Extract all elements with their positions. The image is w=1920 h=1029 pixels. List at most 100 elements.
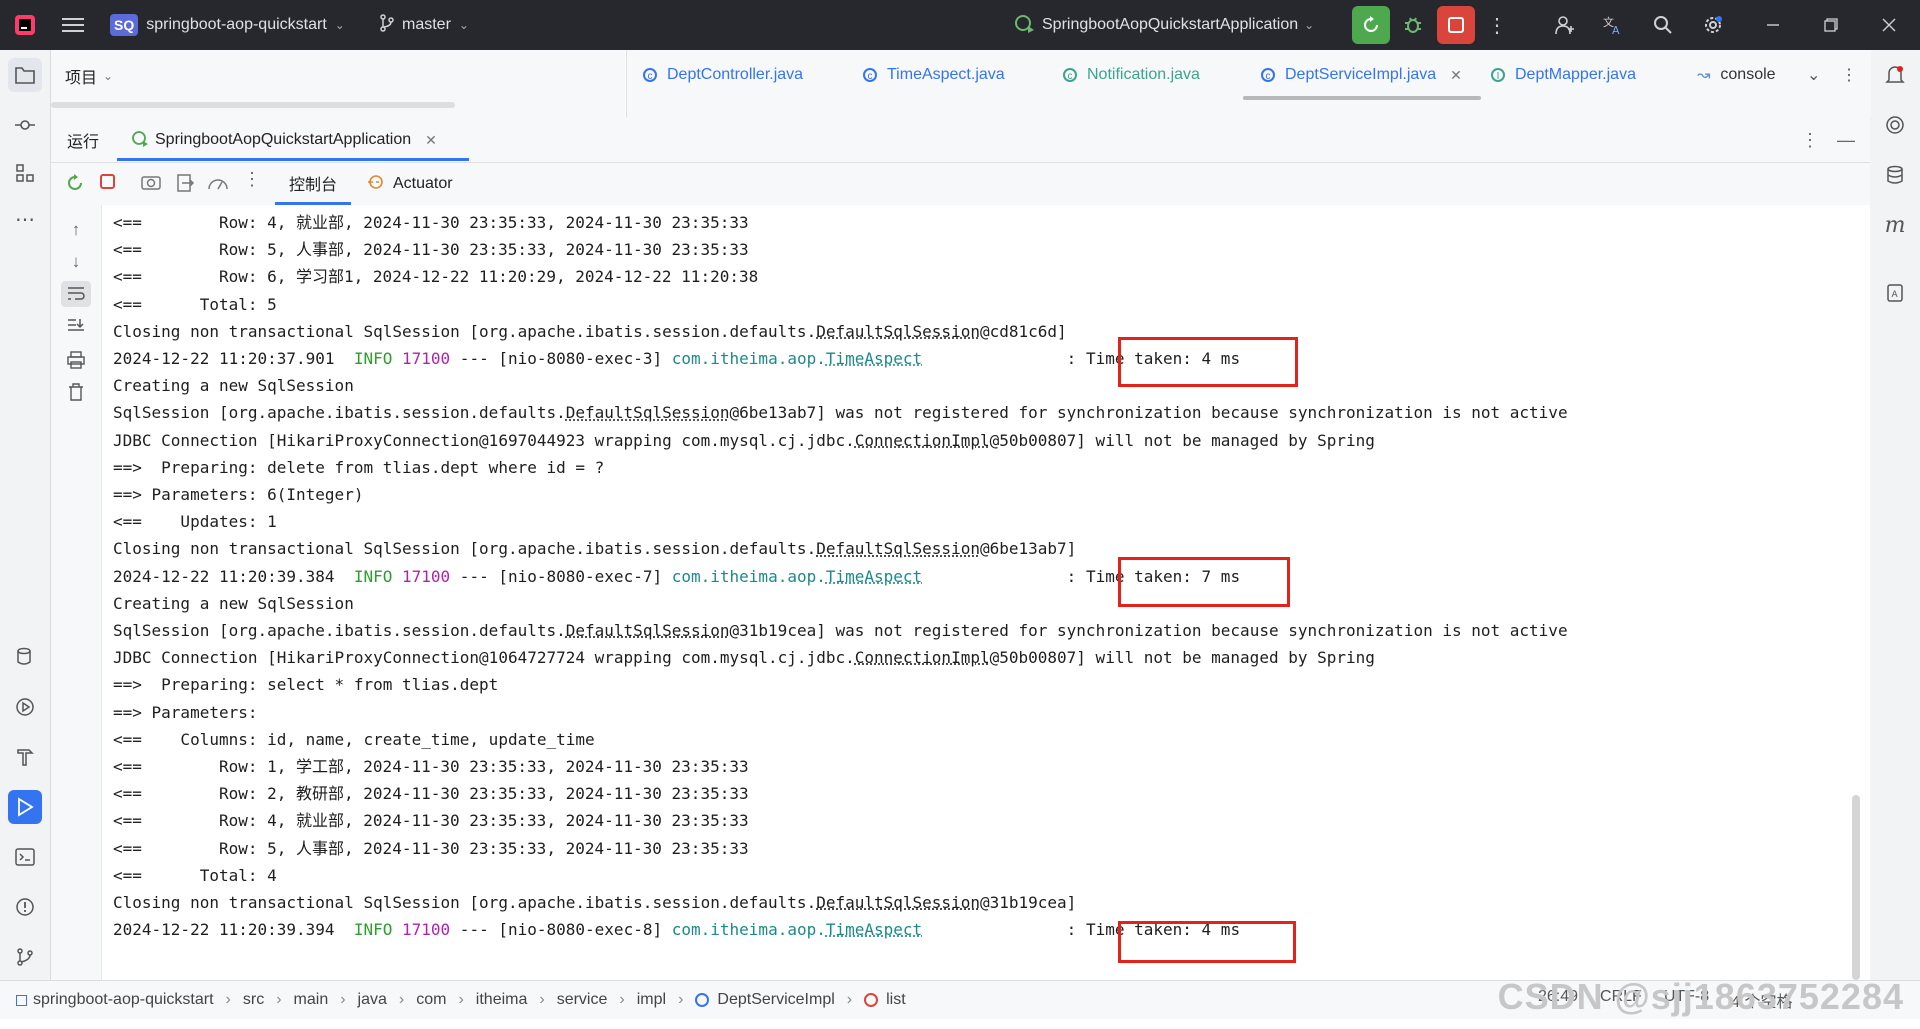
- console-text: ==> Parameters: 6(Integer): [113, 485, 364, 504]
- console-text: @6be13ab7] was not registered for synchr…: [729, 403, 1568, 423]
- more-actions-icon[interactable]: ⋮: [1482, 0, 1512, 50]
- project-selector[interactable]: SQ springboot-aop-quickstart ⌄: [110, 0, 345, 50]
- rerun-icon[interactable]: [1352, 6, 1390, 44]
- tabs-more-icon[interactable]: ⋮: [1841, 50, 1857, 100]
- tab-deptmapper[interactable]: I DeptMapper.java: [1491, 50, 1636, 100]
- search-icon[interactable]: [1646, 0, 1680, 50]
- console-text: Closing non transactional SqlSession [or…: [113, 321, 817, 341]
- structure-icon[interactable]: [8, 156, 42, 190]
- breadcrumb-item[interactable]: springboot-aop-quickstart: [33, 991, 214, 1009]
- run-config-name: SpringbootAopQuickstartApplication: [1042, 16, 1299, 33]
- chevron-right-icon: ›: [539, 991, 545, 1008]
- exit-icon[interactable]: [175, 173, 195, 198]
- intellij-logo-icon[interactable]: [10, 0, 40, 50]
- tab-deptcontroller[interactable]: c DeptController.java: [643, 50, 803, 100]
- horizontal-scrollbar[interactable]: [51, 102, 455, 108]
- console-output[interactable]: <== Row: 4, 就业部, 2024-11-30 23:35:33, 20…: [102, 205, 1870, 980]
- console-text: @50b00807] will not be managed by Spring: [989, 430, 1375, 450]
- translate-icon[interactable]: 文A: [1596, 0, 1630, 50]
- breadcrumb-item[interactable]: java: [358, 991, 387, 1009]
- console-scrollbar[interactable]: [1852, 795, 1860, 980]
- git-icon[interactable]: [8, 940, 42, 974]
- ai-assistant-icon[interactable]: [1878, 108, 1912, 142]
- problems-icon[interactable]: [8, 890, 42, 924]
- run-config-selector[interactable]: SpringbootAopQuickstartApplication ⌄: [1014, 0, 1314, 50]
- scroll-to-end-icon[interactable]: [61, 313, 91, 339]
- breadcrumb-item[interactable]: list: [886, 991, 906, 1009]
- commit-icon[interactable]: [8, 108, 42, 142]
- run-tool-icon[interactable]: [8, 790, 42, 824]
- console-text: <== Total: 4: [113, 865, 277, 885]
- arrow-down-icon[interactable]: ↓: [61, 249, 91, 275]
- console-text: <== Total: 5: [113, 294, 277, 314]
- svg-text:A: A: [1892, 290, 1899, 300]
- hide-panel-icon[interactable]: —: [1837, 118, 1855, 162]
- breadcrumb-item[interactable]: impl: [637, 991, 666, 1009]
- console-text: DefaultSqlSession: [565, 403, 730, 423]
- breadcrumb-item[interactable]: src: [243, 991, 264, 1009]
- console-line: ==> Preparing: select * from tlias.dept: [113, 671, 498, 698]
- trash-icon[interactable]: [61, 379, 91, 405]
- restore-icon[interactable]: [1814, 0, 1848, 50]
- stop-icon[interactable]: [1437, 6, 1475, 44]
- project-name: springboot-aop-quickstart: [146, 16, 327, 33]
- breadcrumb-item[interactable]: DeptServiceImpl: [717, 991, 834, 1009]
- close-tab-icon[interactable]: ✕: [1450, 67, 1462, 84]
- stop-icon[interactable]: [99, 173, 117, 196]
- breadcrumb-item[interactable]: com: [416, 991, 446, 1009]
- console-line: Closing non transactional SqlSession [or…: [113, 535, 1076, 562]
- code-with-me-icon[interactable]: [1548, 0, 1582, 50]
- close-tab-icon[interactable]: ✕: [425, 132, 437, 149]
- csdn-watermark: CSDN @sjj1863752284: [1497, 976, 1904, 1017]
- database-icon[interactable]: [1878, 158, 1912, 192]
- main-menu-icon[interactable]: [58, 0, 88, 50]
- module-icon: [16, 994, 27, 1006]
- console-text: SqlSession [org.apache.ibatis.session.de…: [113, 621, 566, 640]
- build-hammer-icon[interactable]: [8, 740, 42, 774]
- console-line: ==> Parameters:: [113, 699, 267, 726]
- soft-wrap-icon[interactable]: [61, 281, 91, 307]
- toolbar-more-icon[interactable]: ⋮: [243, 169, 261, 190]
- console-line: <== Total: 4: [113, 862, 277, 889]
- arrow-up-icon[interactable]: ↑: [61, 217, 91, 243]
- breadcrumb-item[interactable]: main: [294, 991, 329, 1009]
- debug-icon[interactable]: [1396, 0, 1430, 50]
- tab-notification[interactable]: c Notification.java: [1063, 50, 1200, 100]
- project-folder-icon[interactable]: [8, 58, 42, 92]
- breadcrumb-item[interactable]: itheima: [476, 991, 528, 1009]
- rerun-icon[interactable]: [65, 173, 85, 198]
- console-text: INFO: [353, 566, 393, 586]
- run-config-tab[interactable]: SpringbootAopQuickstartApplication ✕: [131, 118, 437, 162]
- services-icon[interactable]: [8, 690, 42, 724]
- console-text: <== Row: 4, 就业部, 2024-11-30 23:35:33, 20…: [113, 213, 749, 232]
- console-line: 2024-12-22 11:20:37.901 INFO 17100 --- […: [113, 345, 1240, 372]
- tab-label: DeptController.java: [667, 66, 804, 83]
- console-line: Closing non transactional SqlSession [or…: [113, 318, 1067, 345]
- branch-selector[interactable]: master ⌄: [380, 0, 469, 50]
- close-icon[interactable]: [1872, 0, 1906, 50]
- tab-console[interactable]: ↝ console: [1697, 50, 1776, 100]
- console-line: <== Row: 5, 人事部, 2024-11-30 23:35:33, 20…: [113, 835, 749, 862]
- time-taken-highlight: [1118, 337, 1298, 387]
- tab-deptserviceimpl[interactable]: c DeptServiceImpl.java ✕: [1261, 50, 1462, 100]
- notifications-bell-icon[interactable]: [1878, 58, 1912, 92]
- bookmark-icon[interactable]: A: [1878, 276, 1912, 310]
- settings-gear-icon[interactable]: [1696, 0, 1730, 50]
- class-icon: c: [643, 68, 657, 82]
- tab-actuator[interactable]: Actuator: [367, 163, 453, 205]
- more-tools-icon[interactable]: ⋯: [8, 202, 42, 236]
- print-icon[interactable]: [61, 347, 91, 373]
- profiler-gauge-icon[interactable]: [207, 173, 229, 198]
- camera-icon[interactable]: [141, 173, 161, 196]
- tab-console-view[interactable]: 控制台: [275, 163, 352, 205]
- database-check-icon[interactable]: [8, 640, 42, 674]
- minimize-icon[interactable]: [1756, 0, 1790, 50]
- breadcrumb-item[interactable]: service: [557, 991, 608, 1009]
- tabs-dropdown-icon[interactable]: ⌄: [1807, 50, 1820, 100]
- tab-timeaspect[interactable]: c TimeAspect.java: [863, 50, 1005, 100]
- active-tab-indicator: [1243, 96, 1481, 100]
- terminal-icon[interactable]: [8, 840, 42, 874]
- maven-icon[interactable]: m: [1878, 208, 1912, 242]
- project-panel-title[interactable]: 项目 ⌄: [65, 50, 113, 102]
- run-panel-options-icon[interactable]: ⋮: [1801, 118, 1819, 162]
